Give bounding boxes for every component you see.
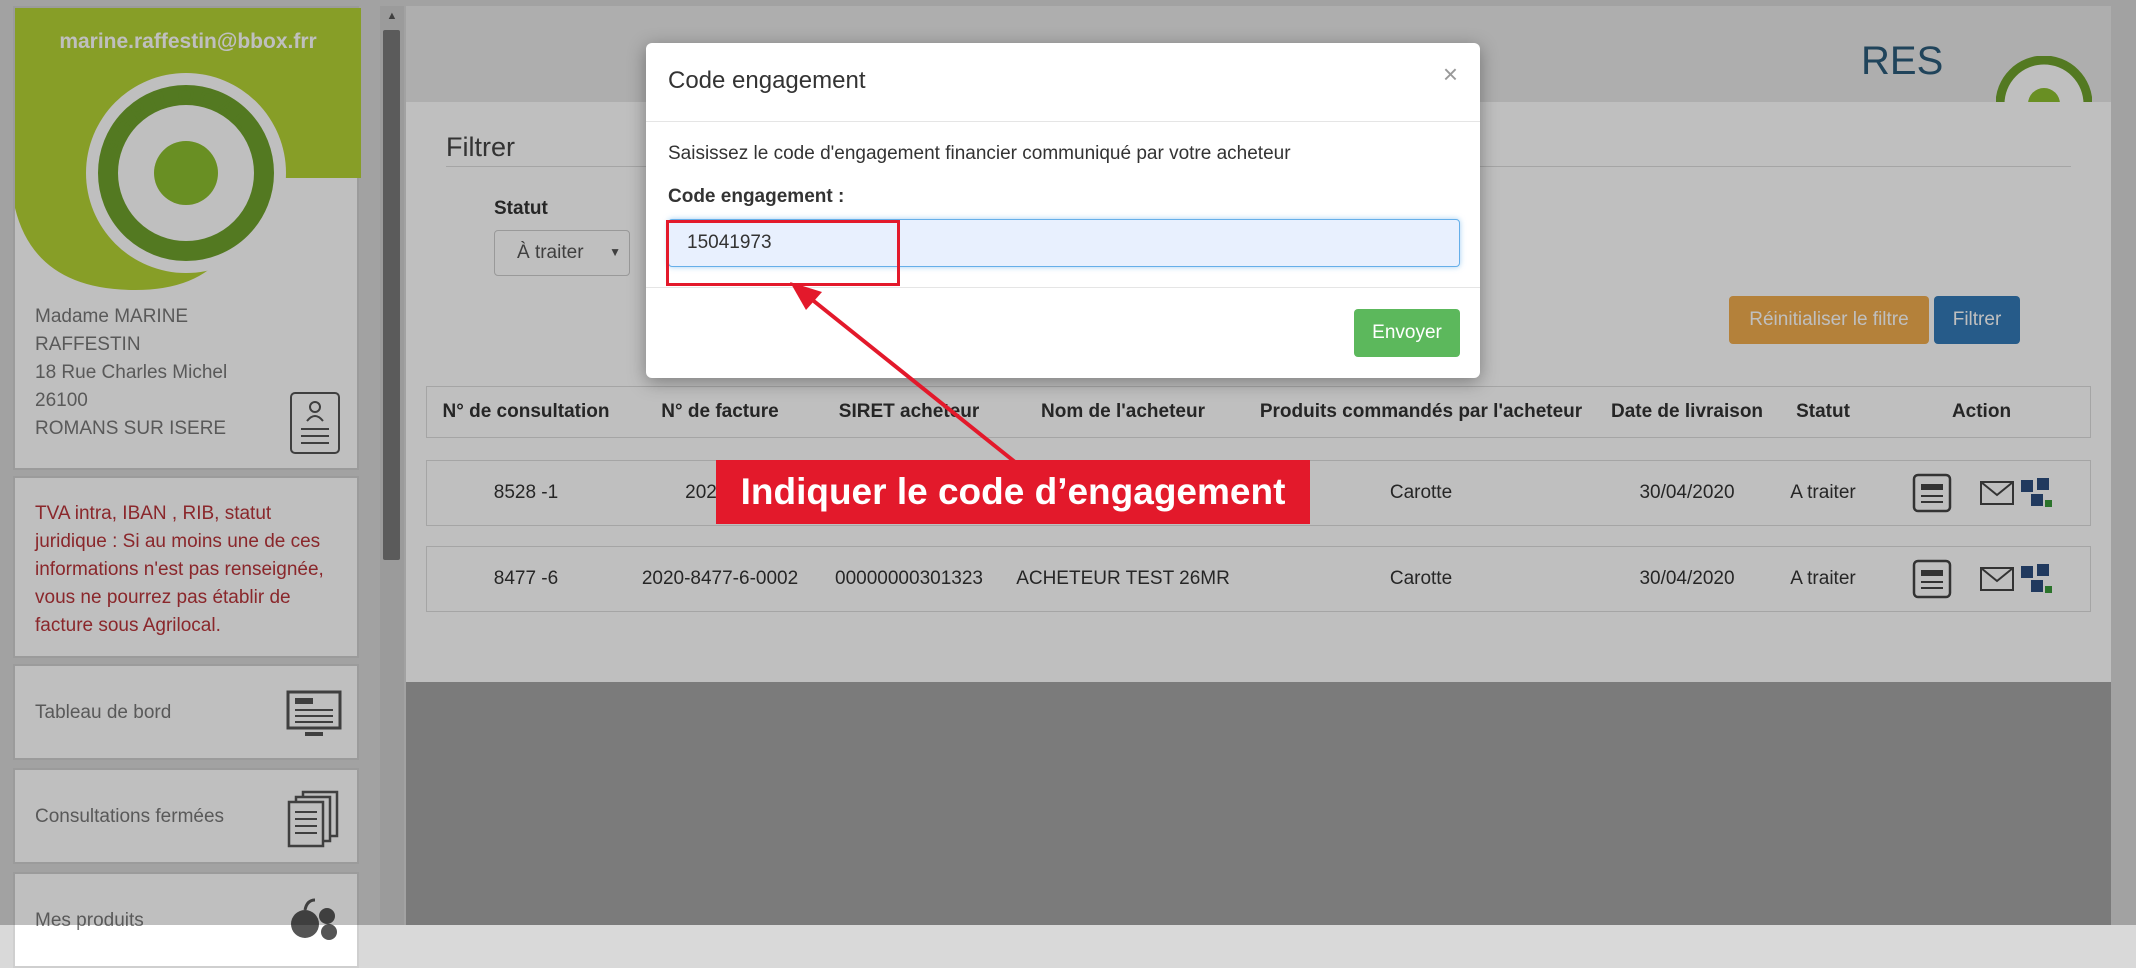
close-icon[interactable]: × (1443, 59, 1458, 90)
modal-title: Code engagement (668, 67, 866, 94)
page-bottom-area (406, 682, 2111, 925)
modal-header: Code engagement × (646, 43, 1480, 122)
annotation-label: Indiquer le code d’engagement (716, 460, 1310, 524)
send-button[interactable]: Envoyer (1354, 309, 1460, 357)
code-engagement-modal: Code engagement × Saisissez le code d'en… (646, 43, 1480, 378)
modal-description: Saisissez le code d'engagement financier… (668, 143, 1291, 164)
highlight-box (666, 220, 900, 286)
code-engagement-label: Code engagement : (668, 186, 845, 207)
divider (646, 287, 1480, 288)
